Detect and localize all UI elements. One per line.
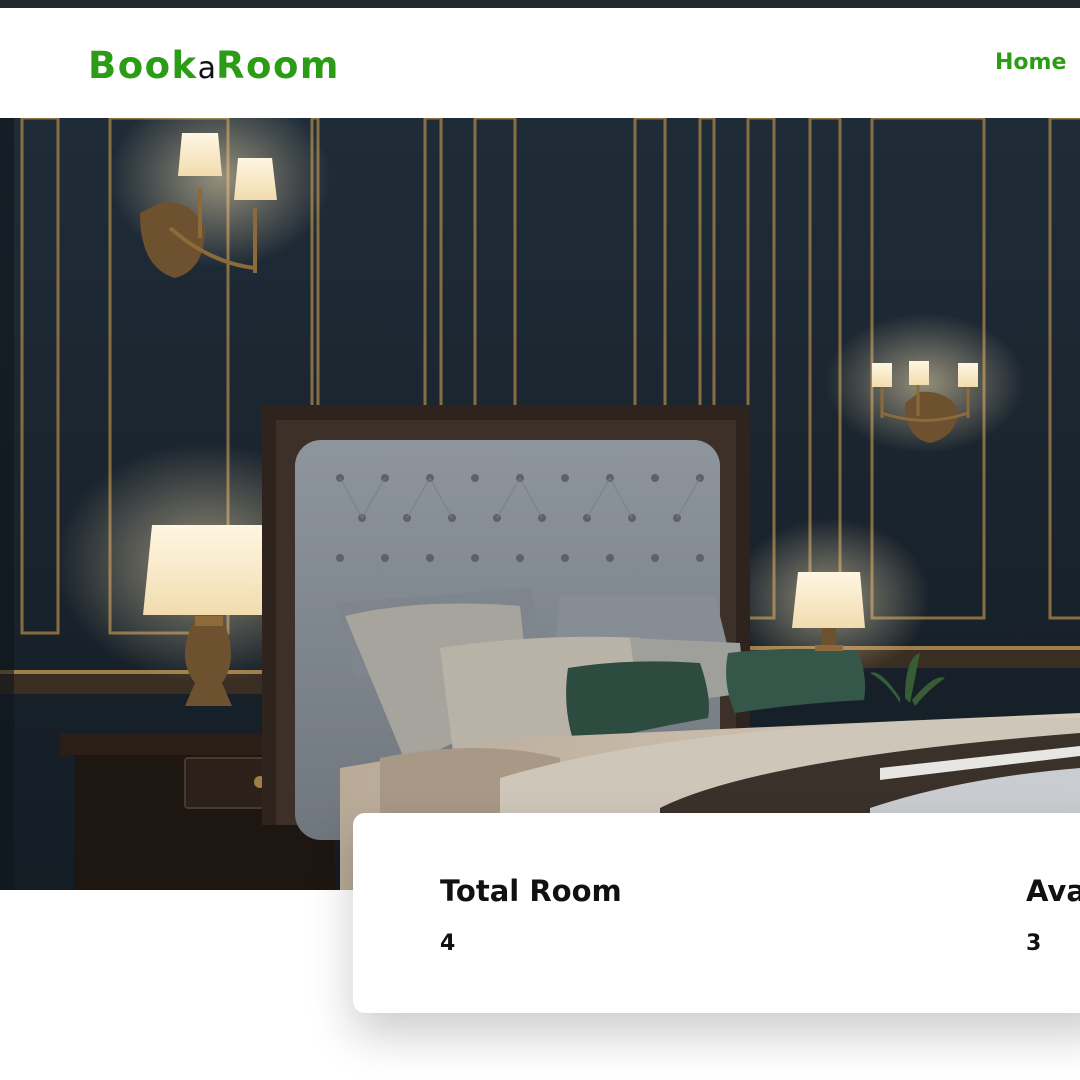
brand-logo-part-book: Book (88, 44, 198, 87)
nav-home-link[interactable]: Home (995, 50, 1066, 75)
room-stats-card: Total Room 4 Ava 3 (353, 813, 1080, 1013)
bedroom-illustration (0, 118, 1080, 890)
hero-image (0, 118, 1080, 890)
brand-logo[interactable]: BookaRoom (88, 44, 340, 87)
brand-logo-part-room: Room (216, 44, 340, 87)
brand-logo-part-a: a (197, 51, 217, 86)
stat-label-total-room: Total Room (440, 874, 622, 908)
navbar: BookaRoom Home (0, 8, 1080, 118)
stat-value-available-room: 3 (1026, 931, 1042, 956)
stat-label-available-room: Ava (1026, 874, 1080, 908)
browser-top-bar (0, 0, 1080, 8)
stat-value-total-room: 4 (440, 931, 456, 956)
